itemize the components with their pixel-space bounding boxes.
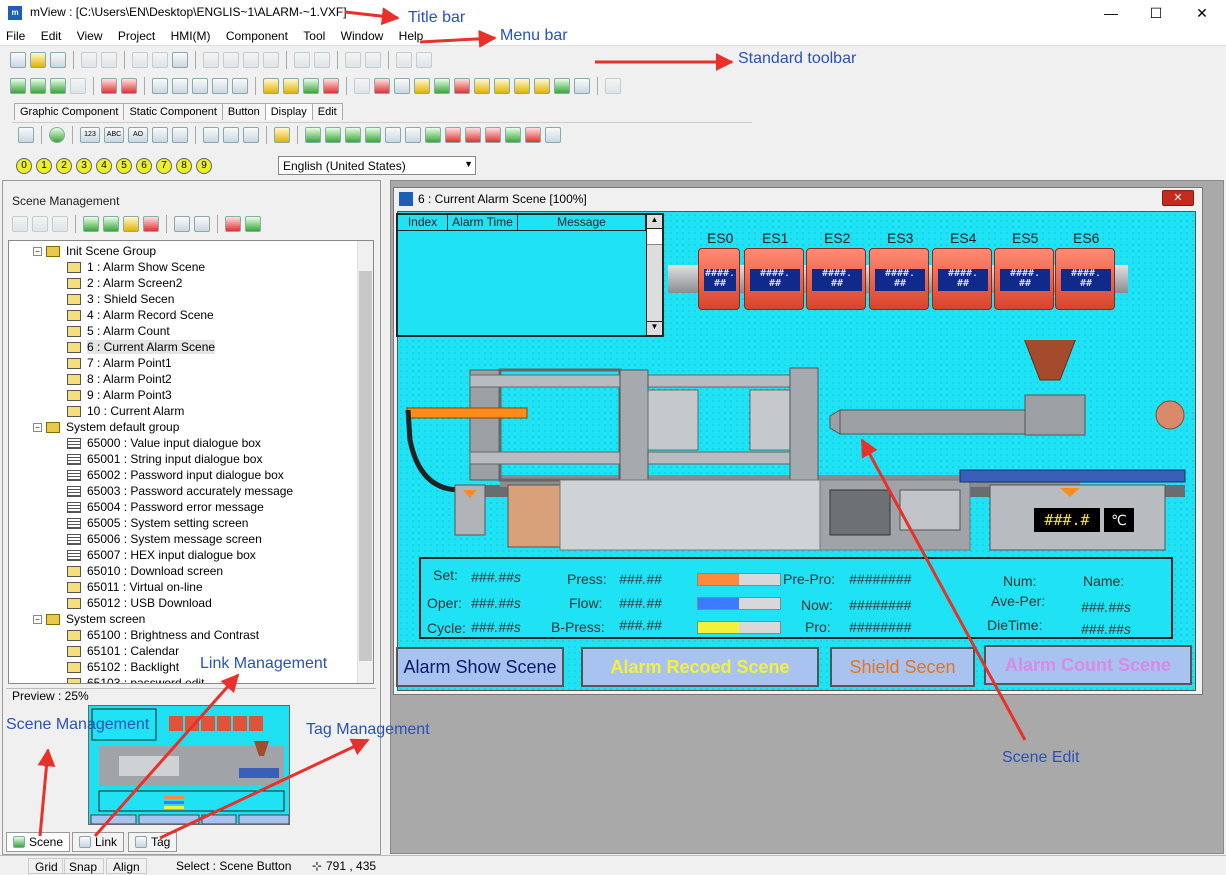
annotation-layer: [37, 7, 1027, 840]
title-bar-annotation: Title bar: [408, 9, 466, 26]
tag-management-annotation: Tag Management: [306, 721, 430, 738]
scene-edit-arrow: [860, 438, 1027, 741]
title-bar-arrow: [344, 7, 400, 26]
standard-toolbar-annotation: Standard toolbar: [738, 50, 857, 67]
link-management-annotation: Link Management: [200, 655, 328, 672]
menu-bar-annotation: Menu bar: [500, 27, 568, 44]
scene-management-annotation: Scene Management: [6, 716, 150, 733]
scene-edit-annotation: Scene Edit: [1002, 749, 1080, 766]
menu-bar-arrow: [419, 29, 497, 48]
scene-management-arrow: [37, 748, 56, 837]
tag-management-arrow: [159, 738, 370, 840]
